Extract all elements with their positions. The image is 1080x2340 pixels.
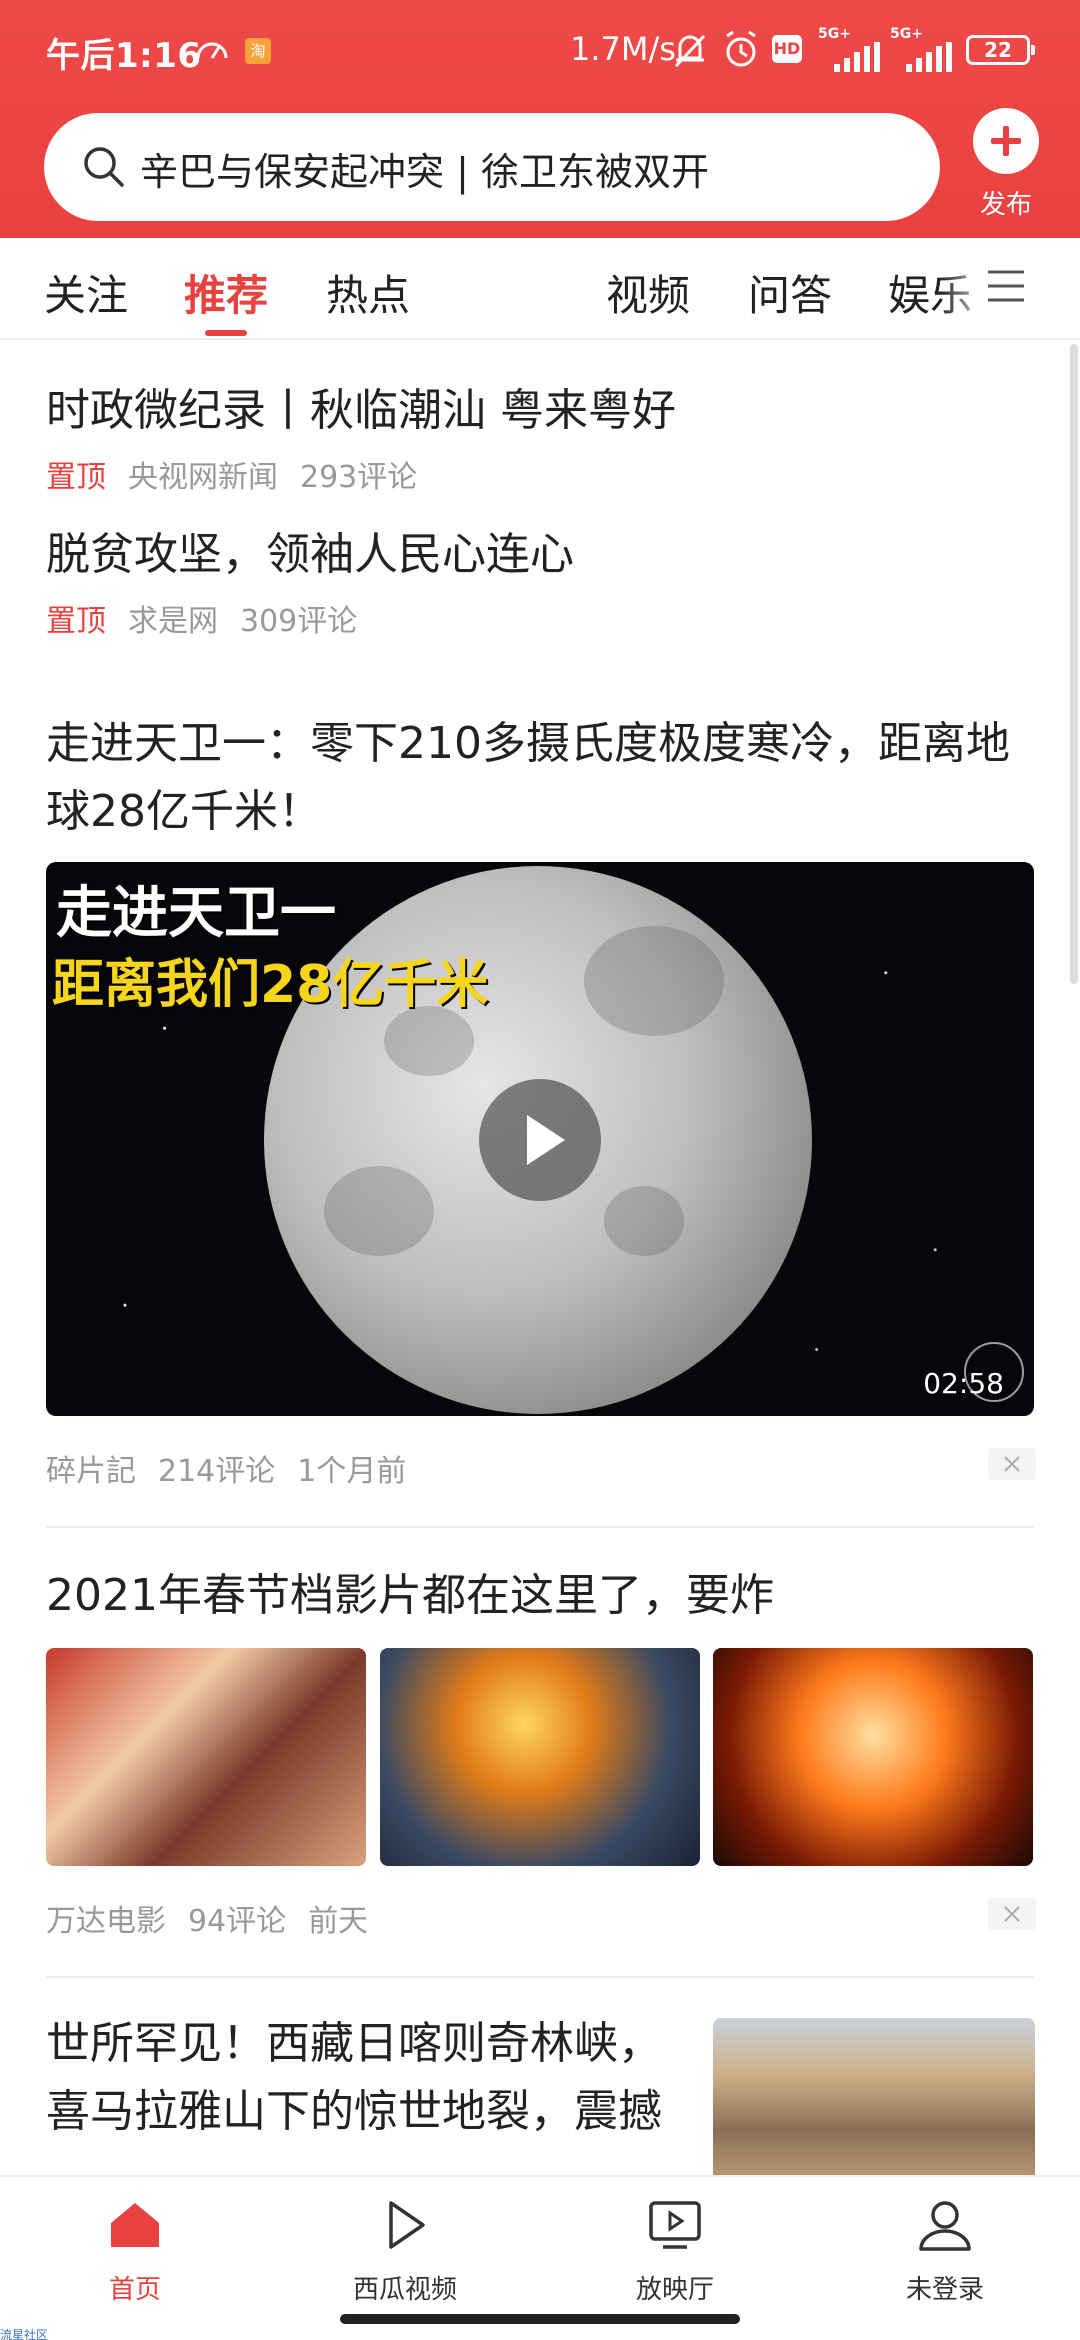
publish-button[interactable]: 发布 xyxy=(970,108,1042,226)
article-source[interactable]: 万达电影 xyxy=(46,1904,166,1939)
video-thumbnail[interactable]: 走进天卫一 距离我们28亿千米 02:58 xyxy=(46,862,1034,1416)
video-overlay-title: 走进天卫一 xyxy=(56,881,336,946)
home-indicator[interactable] xyxy=(340,2314,740,2324)
video-article-title[interactable]: 走进天卫一：零下210多摄氏度极度寒冷，距离地球28亿千米！ xyxy=(46,710,1036,846)
publish-time: 1个月前 xyxy=(297,1454,407,1489)
bell-mute-icon xyxy=(674,34,706,68)
status-time: 午后1:16 xyxy=(46,36,202,76)
nav-label: 放映厅 xyxy=(635,2275,714,2305)
comment-count: 94评论 xyxy=(188,1904,287,1939)
divider xyxy=(46,1526,1034,1528)
tab-recommend[interactable]: 推荐 xyxy=(184,262,268,323)
article-source[interactable]: 求是网 xyxy=(128,604,218,639)
divider xyxy=(46,1976,1034,1978)
corner-watermark: 流星社区 xyxy=(0,2328,49,2340)
taobao-notification-icon: 淘 xyxy=(245,38,271,64)
last-article-title[interactable]: 世所罕见！西藏日喀则奇林峡，喜马拉雅山下的惊世地裂，震撼 xyxy=(46,2010,696,2146)
comment-count: 214评论 xyxy=(158,1454,276,1489)
search-suggestion-text: 辛巴与保安起冲突 | 徐卫东被双开 xyxy=(140,150,709,194)
video-duration: 02:58 xyxy=(923,1367,1004,1400)
gallery-article-title[interactable]: 2021年春节档影片都在这里了，要炸 xyxy=(46,1562,1036,1630)
article-source[interactable]: 碎片記 xyxy=(46,1454,136,1489)
status-bar: 午后1:16 淘 1.7M/s HD 5G+ 5G+ 22 xyxy=(0,0,1080,100)
plus-icon xyxy=(973,108,1039,174)
gallery-image-2[interactable] xyxy=(380,1648,700,1866)
speedometer-icon xyxy=(196,42,228,59)
channel-tabs: 关注 推荐 热点 视频 问答 娱乐 xyxy=(0,238,1080,340)
last-article-thumbnail[interactable] xyxy=(713,2018,1035,2178)
search-bar[interactable]: 辛巴与保安起冲突 | 徐卫东被双开 xyxy=(44,113,940,221)
home-icon xyxy=(111,2203,159,2247)
tab-qa[interactable]: 问答 xyxy=(748,262,832,323)
nav-cinema[interactable]: 放映厅 xyxy=(595,2195,755,2306)
pinned-article-meta-2: 置顶 求是网 309评论 xyxy=(46,596,379,640)
gallery-image-3[interactable] xyxy=(713,1648,1033,1866)
play-triangle-icon xyxy=(389,2201,425,2249)
video-overlay-subtitle: 距离我们28亿千米 xyxy=(52,955,489,1015)
tab-follow[interactable]: 关注 xyxy=(44,262,128,323)
scrollbar[interactable] xyxy=(1070,344,1078,984)
menu-icon[interactable] xyxy=(986,266,1026,306)
tv-play-icon xyxy=(649,2201,701,2249)
tab-video[interactable]: 视频 xyxy=(606,262,690,323)
pinned-article-meta: 置顶 央视网新闻 293评论 xyxy=(46,452,439,496)
nav-label: 首页 xyxy=(108,2275,161,2305)
publish-label: 发布 xyxy=(979,190,1032,220)
signal-tag: 5G+ xyxy=(818,26,851,42)
comment-count: 309评论 xyxy=(240,604,358,639)
article-source[interactable]: 央视网新闻 xyxy=(128,460,278,495)
tab-hot[interactable]: 热点 xyxy=(326,262,410,323)
pinned-article-title[interactable]: 时政微纪录丨秋临潮汕 粤来粤好 xyxy=(46,374,676,438)
signal-icon-2: 5G+ xyxy=(890,26,960,72)
nav-label: 未登录 xyxy=(905,2275,984,2305)
dismiss-button[interactable] xyxy=(988,1448,1036,1480)
nav-label: 西瓜视频 xyxy=(352,2275,457,2305)
user-icon xyxy=(919,2201,971,2251)
signal-icon: 5G+ xyxy=(818,26,888,72)
comment-count: 293评论 xyxy=(300,460,418,495)
pinned-article-title-2[interactable]: 脱贫攻坚，领袖人民心连心 xyxy=(46,518,574,582)
video-article-meta: 碎片記 214评论 1个月前 xyxy=(46,1446,428,1490)
nav-profile[interactable]: 未登录 xyxy=(865,2195,1025,2306)
last-article-title-clip: 世所罕见！西藏日喀则奇林峡，喜马拉雅山下的惊世地裂，震撼 xyxy=(46,2010,696,2175)
battery-icon: 22 xyxy=(966,35,1035,65)
publish-time: 前天 xyxy=(308,1904,369,1939)
gallery-image-1[interactable] xyxy=(46,1648,366,1866)
nav-xigua-video[interactable]: 西瓜视频 xyxy=(325,2195,485,2306)
app-header: 午后1:16 淘 1.7M/s HD 5G+ 5G+ 22 辛巴与保安起冲突 |… xyxy=(0,0,1080,238)
pinned-tag: 置顶 xyxy=(46,460,106,495)
dismiss-button-2[interactable] xyxy=(988,1898,1036,1930)
network-speed: 1.7M/s xyxy=(570,30,676,68)
gallery-article-meta: 万达电影 94评论 前天 xyxy=(46,1896,390,1940)
signal-tag-2: 5G+ xyxy=(890,26,923,42)
hd-voice-badge: HD xyxy=(772,35,802,63)
search-icon xyxy=(84,147,124,187)
pinned-tag: 置顶 xyxy=(46,604,106,639)
play-icon[interactable] xyxy=(479,1079,601,1201)
nav-home[interactable]: 首页 xyxy=(55,2195,215,2306)
alarm-icon xyxy=(726,30,756,67)
active-tab-indicator xyxy=(205,330,247,336)
